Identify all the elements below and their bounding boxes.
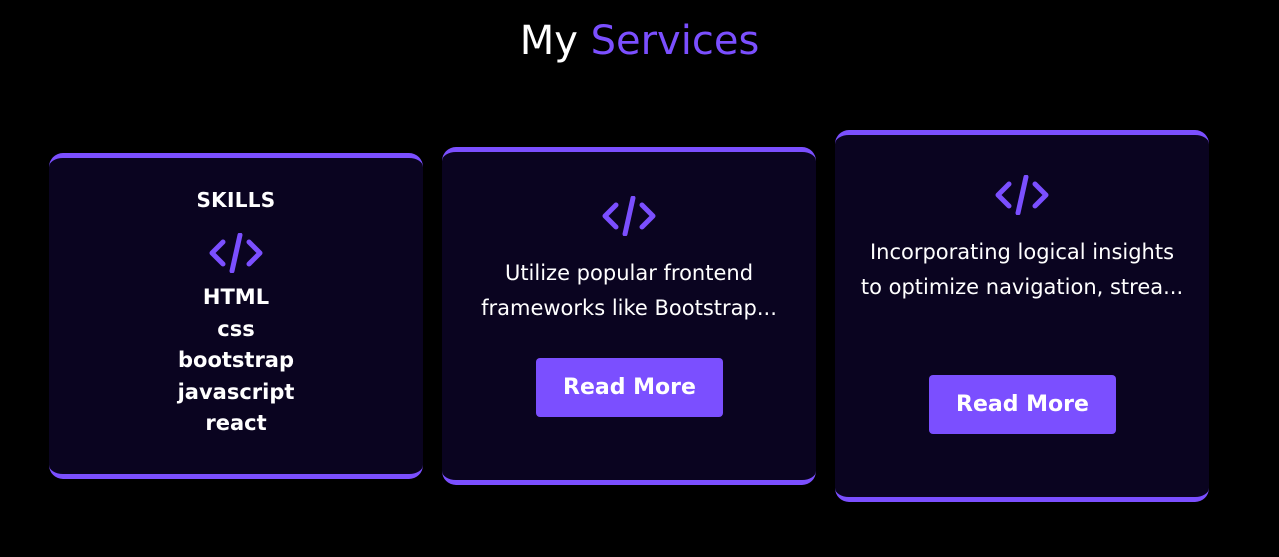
- frontend-service-card: Utilize popular frontend frameworks like…: [442, 147, 816, 485]
- read-more-button[interactable]: Read More: [536, 358, 723, 417]
- service-description: Incorporating logical insights to optimi…: [860, 240, 1184, 299]
- skills-list: HTML css bootstrap javascript react: [49, 282, 423, 440]
- skill-item: HTML: [202, 285, 270, 309]
- section-title-plain: My: [519, 18, 591, 64]
- skill-item: react: [205, 411, 267, 435]
- code-icon: [209, 233, 263, 273]
- skill-item: javascript: [177, 379, 295, 404]
- code-icon: [995, 175, 1049, 215]
- code-icon: [602, 196, 656, 236]
- skills-title: SKILLS: [196, 188, 276, 212]
- logic-service-card: Incorporating logical insights to optimi…: [835, 130, 1209, 502]
- read-more-button[interactable]: Read More: [929, 375, 1116, 434]
- section-title: My Services: [0, 18, 1279, 64]
- service-description: Utilize popular frontend frameworks like…: [481, 261, 777, 320]
- skills-card: SKILLS HTML css bootstrap javascript rea…: [49, 153, 423, 479]
- section-title-accent: Services: [590, 18, 760, 64]
- services-section: My Services SKILLS HTML css bootstrap ja…: [0, 0, 1279, 557]
- skill-item: css: [217, 316, 255, 341]
- skill-item: bootstrap: [177, 348, 295, 372]
